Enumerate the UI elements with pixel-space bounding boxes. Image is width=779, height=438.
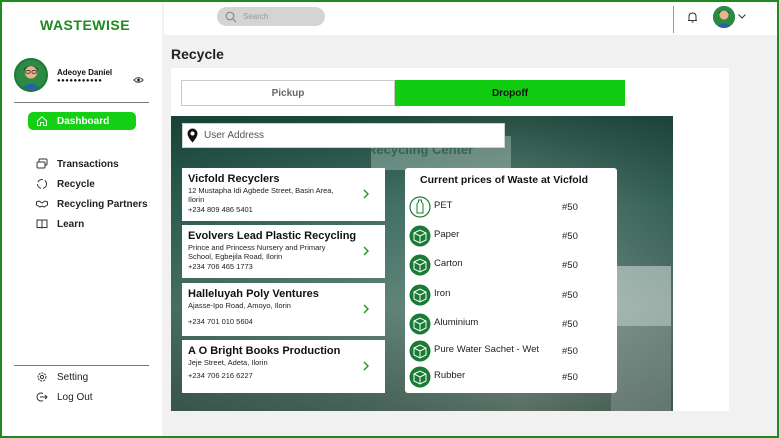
location-card[interactable]: A O Bright Books Production Jeje Street,… — [182, 340, 385, 393]
sidebar-item-setting[interactable]: Setting — [36, 371, 88, 383]
waste-name: PET — [434, 200, 453, 211]
location-card[interactable]: Halleluyah Poly Ventures Ajasse-Ipo Road… — [182, 283, 385, 336]
chevron-down-icon[interactable] — [738, 14, 746, 19]
gear-icon — [37, 372, 47, 382]
box-icon — [409, 366, 431, 388]
waste-name: Iron — [434, 288, 451, 299]
tab-dropoff[interactable]: Dropoff — [395, 80, 625, 106]
box-icon — [409, 254, 431, 276]
waste-price: #50 — [562, 346, 578, 357]
bottle-icon — [409, 196, 431, 218]
handshake-icon — [36, 200, 48, 208]
waste-price: #50 — [562, 372, 578, 383]
location-name: Halleluyah Poly Ventures — [188, 288, 319, 300]
location-name: Vicfold Recyclers — [188, 173, 280, 185]
chevron-right-icon[interactable] — [363, 304, 369, 314]
sidebar-item-label: Learn — [57, 218, 85, 230]
app-logo[interactable]: WASTEWISE — [40, 17, 130, 33]
waste-price: #50 — [562, 202, 578, 213]
search-icon — [225, 11, 237, 22]
price-row: Carton #50 — [409, 254, 609, 276]
location-phone: +234 706 216 6227 — [188, 370, 253, 380]
user-avatar[interactable] — [713, 6, 735, 28]
chevron-right-icon[interactable] — [363, 189, 369, 199]
waste-name: Carton — [434, 258, 463, 269]
box-icon — [409, 340, 431, 362]
bell-icon[interactable] — [686, 11, 699, 24]
top-header: Search — [164, 2, 777, 35]
price-row: Aluminium #50 — [409, 313, 609, 335]
search-placeholder: Search — [243, 12, 269, 21]
location-address: Jeje Street, Adeta, Ilorin — [188, 358, 268, 367]
profile-name: Adeoye Daniel — [57, 68, 113, 77]
sidebar-item-label: Dashboard — [57, 115, 110, 127]
sidebar-item-recycle[interactable]: Recycle — [36, 178, 95, 190]
chevron-right-icon[interactable] — [363, 246, 369, 256]
box-icon — [409, 225, 431, 247]
price-row: Rubber #50 — [409, 366, 609, 388]
location-address: 12 Mustapha Idi Agbede Street, Basin Are… — [188, 186, 334, 204]
waste-name: Rubber — [434, 370, 466, 381]
location-name: Evolvers Lead Plastic Recycling — [188, 230, 357, 242]
box-icon — [409, 313, 431, 335]
sidebar-divider — [14, 102, 149, 103]
sidebar-item-transactions[interactable]: Transactions — [36, 158, 119, 170]
address-input[interactable]: User Address — [182, 123, 505, 148]
location-phone: +234 706 465 1773 — [188, 262, 253, 271]
location-phone: +234 701 010 5604 — [188, 316, 253, 326]
location-address: Ajasse-Ipo Road, Amoyo, Ilorin — [188, 301, 291, 310]
location-address: Prince and Princess Nursery and Primary … — [188, 243, 326, 261]
price-row: PET #50 — [409, 196, 609, 218]
sidebar-item-label: Recycle — [57, 178, 95, 190]
search-input[interactable]: Search — [217, 7, 325, 26]
sidebar-item-learn[interactable]: Learn — [36, 218, 84, 230]
waste-price: #50 — [562, 290, 578, 301]
recycle-icon — [37, 179, 47, 189]
sidebar-bottom-divider — [14, 365, 149, 366]
location-name: A O Bright Books Production — [188, 345, 341, 357]
home-icon — [37, 116, 47, 126]
sidebar-item-label: Setting — [57, 371, 89, 383]
eye-icon[interactable] — [133, 76, 144, 84]
masked-balance: ●●●●●●●●●●● — [57, 78, 103, 84]
location-card[interactable]: Vicfold Recyclers 12 Mustapha Idi Agbede… — [182, 168, 385, 221]
location-card[interactable]: Evolvers Lead Plastic Recycling Prince a… — [182, 225, 385, 278]
transactions-icon — [36, 158, 48, 169]
tab-pickup[interactable]: Pickup — [181, 80, 395, 106]
chevron-right-icon[interactable] — [363, 361, 369, 371]
sidebar-item-label: Recycling Partners — [57, 198, 148, 210]
box-icon — [409, 284, 431, 306]
sidebar-item-label: Transactions — [57, 158, 119, 170]
waste-name: Aluminium — [434, 317, 479, 328]
sidebar-item-dashboard[interactable]: Dashboard — [28, 112, 136, 130]
address-placeholder: User Address — [204, 130, 265, 141]
price-row: Pure Water Sachet - Wet #50 — [409, 340, 609, 362]
price-panel: Current prices of Waste at Vicfold PET #… — [405, 168, 617, 393]
price-panel-title: Current prices of Waste at Vicfold — [420, 174, 589, 186]
logout-icon — [36, 392, 48, 402]
price-row: Paper #50 — [409, 225, 609, 247]
sidebar-item-logout[interactable]: Log Out — [36, 391, 93, 403]
profile-avatar[interactable] — [14, 58, 48, 92]
book-icon — [36, 219, 48, 229]
sidebar-item-label: Log Out — [57, 391, 93, 403]
waste-name: Pure Water Sachet - Wet — [434, 344, 540, 355]
location-pin-icon — [187, 128, 198, 143]
header-divider — [673, 6, 674, 33]
price-row: Iron #50 — [409, 284, 609, 306]
location-phone: +234 809 486 5401 — [188, 205, 253, 214]
waste-price: #50 — [562, 260, 578, 271]
sidebar-item-recycling-partners[interactable]: Recycling Partners — [36, 198, 148, 210]
waste-price: #50 — [562, 231, 578, 242]
waste-price: #50 — [562, 319, 578, 330]
waste-name: Paper — [434, 229, 460, 240]
page-title: Recycle — [171, 46, 224, 62]
